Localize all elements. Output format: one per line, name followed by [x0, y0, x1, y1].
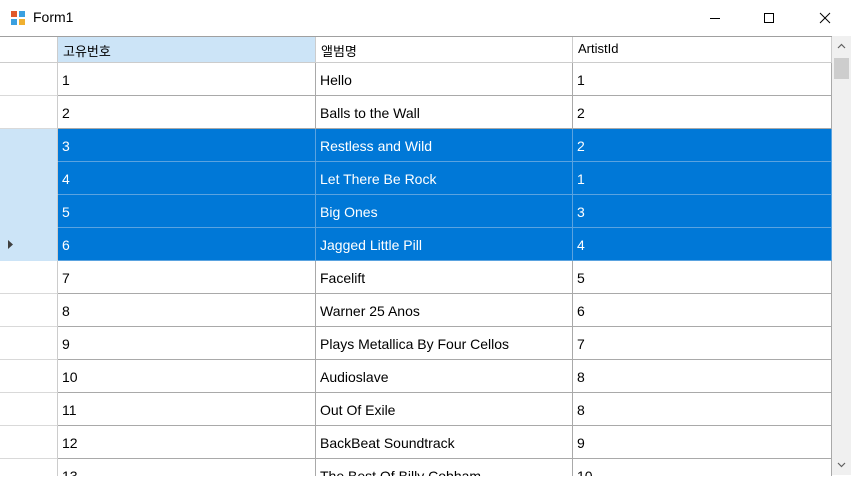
cell-album[interactable]: Warner 25 Anos	[316, 294, 573, 327]
scroll-up-button[interactable]	[832, 36, 851, 56]
row-header[interactable]	[0, 261, 58, 294]
cell-album[interactable]: Plays Metallica By Four Cellos	[316, 327, 573, 360]
column-header-id[interactable]: 고유번호	[58, 37, 316, 63]
cell-album[interactable]: Audioslave	[316, 360, 573, 393]
chevron-down-icon	[837, 462, 846, 468]
row-header[interactable]	[0, 195, 58, 228]
grid-header-row: 고유번호 앨범명 ArtistId	[0, 37, 832, 63]
cell-artistid[interactable]: 1	[573, 63, 832, 96]
cell-artistid[interactable]: 8	[573, 360, 832, 393]
column-header-album[interactable]: 앨범명	[316, 37, 573, 63]
cell-id[interactable]: 4	[58, 162, 316, 195]
row-header[interactable]	[0, 162, 58, 195]
cell-id[interactable]: 13	[58, 459, 316, 476]
row-header[interactable]	[0, 327, 58, 360]
cell-album[interactable]: Restless and Wild	[316, 129, 573, 162]
table-row[interactable]: 1 Hello 1	[0, 63, 832, 96]
row-header[interactable]	[0, 129, 58, 162]
vertical-scrollbar[interactable]	[832, 36, 851, 475]
cell-album[interactable]: Hello	[316, 63, 573, 96]
table-row[interactable]: 12 BackBeat Soundtrack 9	[0, 426, 832, 459]
row-header[interactable]	[0, 228, 58, 261]
table-row[interactable]: 9 Plays Metallica By Four Cellos 7	[0, 327, 832, 360]
cell-album[interactable]: Facelift	[316, 261, 573, 294]
cell-artistid[interactable]: 4	[573, 228, 832, 261]
table-row[interactable]: 13 The Best Of Billy Cobham 10	[0, 459, 832, 476]
cell-id[interactable]: 5	[58, 195, 316, 228]
cell-artistid[interactable]: 6	[573, 294, 832, 327]
cell-album[interactable]: Out Of Exile	[316, 393, 573, 426]
data-grid[interactable]: 고유번호 앨범명 ArtistId 1 Hello 1 2 Balls to the W…	[0, 36, 832, 476]
cell-id[interactable]: 12	[58, 426, 316, 459]
chevron-up-icon	[837, 43, 846, 49]
row-header[interactable]	[0, 360, 58, 393]
table-row[interactable]: 4 Let There Be Rock 1	[0, 162, 832, 195]
cell-album[interactable]: Balls to the Wall	[316, 96, 573, 129]
cell-id[interactable]: 1	[58, 63, 316, 96]
scroll-thumb[interactable]	[834, 58, 849, 79]
cell-artistid[interactable]: 2	[573, 96, 832, 129]
table-row[interactable]: 2 Balls to the Wall 2	[0, 96, 832, 129]
minimize-icon	[710, 18, 720, 19]
app-icon	[11, 11, 25, 25]
cell-id[interactable]: 2	[58, 96, 316, 129]
cell-id[interactable]: 9	[58, 327, 316, 360]
cell-id[interactable]: 7	[58, 261, 316, 294]
cell-artistid[interactable]: 10	[573, 459, 832, 476]
cell-id[interactable]: 3	[58, 129, 316, 162]
cell-artistid[interactable]: 8	[573, 393, 832, 426]
row-header[interactable]	[0, 294, 58, 327]
cell-artistid[interactable]: 7	[573, 327, 832, 360]
table-row[interactable]: 7 Facelift 5	[0, 261, 832, 294]
table-row[interactable]: 6 Jagged Little Pill 4	[0, 228, 832, 261]
cell-id[interactable]: 8	[58, 294, 316, 327]
table-row[interactable]: 10 Audioslave 8	[0, 360, 832, 393]
cell-id[interactable]: 10	[58, 360, 316, 393]
row-header[interactable]	[0, 393, 58, 426]
table-row[interactable]: 3 Restless and Wild 2	[0, 129, 832, 162]
row-header[interactable]	[0, 426, 58, 459]
cell-album[interactable]: BackBeat Soundtrack	[316, 426, 573, 459]
cell-artistid[interactable]: 1	[573, 162, 832, 195]
cell-album[interactable]: Big Ones	[316, 195, 573, 228]
scroll-down-button[interactable]	[832, 455, 851, 475]
row-header[interactable]	[0, 96, 58, 129]
cell-album[interactable]: Jagged Little Pill	[316, 228, 573, 261]
window-title: Form1	[33, 9, 74, 25]
cell-artistid[interactable]: 3	[573, 195, 832, 228]
cell-id[interactable]: 6	[58, 228, 316, 261]
cell-album[interactable]: The Best Of Billy Cobham	[316, 459, 573, 476]
cell-id[interactable]: 11	[58, 393, 316, 426]
row-header[interactable]	[0, 459, 58, 476]
table-row[interactable]: 5 Big Ones 3	[0, 195, 832, 228]
table-row[interactable]: 8 Warner 25 Anos 6	[0, 294, 832, 327]
close-icon	[819, 12, 831, 24]
cell-album[interactable]: Let There Be Rock	[316, 162, 573, 195]
current-row-arrow-icon	[8, 240, 13, 249]
row-header[interactable]	[0, 63, 58, 96]
column-header-artistid[interactable]: ArtistId	[573, 37, 832, 63]
cell-artistid[interactable]: 5	[573, 261, 832, 294]
cell-artistid[interactable]: 9	[573, 426, 832, 459]
close-button[interactable]	[802, 0, 848, 36]
maximize-icon	[764, 13, 774, 23]
maximize-button[interactable]	[746, 0, 792, 36]
minimize-button[interactable]	[692, 0, 738, 36]
cell-artistid[interactable]: 2	[573, 129, 832, 162]
grid-corner-header[interactable]	[0, 37, 58, 63]
table-row[interactable]: 11 Out Of Exile 8	[0, 393, 832, 426]
title-bar: Form1	[0, 0, 851, 36]
